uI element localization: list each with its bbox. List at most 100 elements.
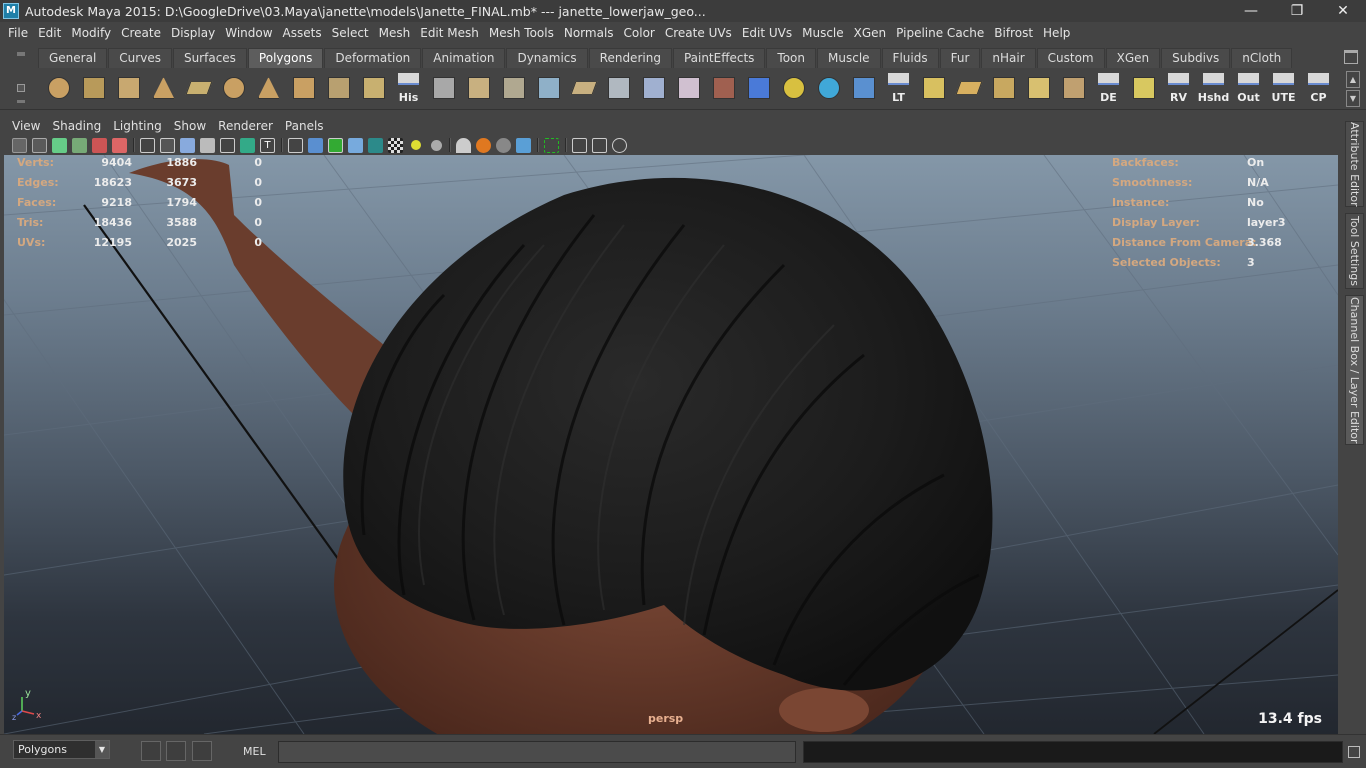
menu-muscle[interactable]: Muscle — [797, 22, 849, 44]
bevel-icon[interactable] — [602, 71, 635, 105]
cp-icon[interactable]: CP — [1302, 71, 1335, 105]
shelf-tab-painteffects[interactable]: PaintEffects — [672, 48, 766, 68]
toggle-output-window-icon[interactable] — [141, 741, 161, 761]
shelf-tab-deformation[interactable]: Deformation — [324, 48, 422, 68]
antialiasing-icon[interactable] — [496, 137, 511, 153]
shelf-tab-polygons[interactable]: Polygons — [247, 48, 324, 68]
panel-menu-show[interactable]: Show — [168, 119, 212, 133]
poly-cone-icon[interactable] — [147, 71, 180, 105]
make-live-icon[interactable] — [115, 741, 135, 761]
menu-help[interactable]: Help — [1038, 22, 1075, 44]
wireframe-icon[interactable] — [140, 137, 155, 153]
ute-icon[interactable]: UTE — [1267, 71, 1300, 105]
menu-display[interactable]: Display — [166, 22, 220, 44]
hshd-icon[interactable]: Hshd — [1197, 71, 1230, 105]
shelf-tab-xgen[interactable]: XGen — [1105, 48, 1161, 68]
shelf-scroll-up-icon[interactable]: ▲ — [1346, 71, 1360, 88]
xray-joints-icon[interactable] — [328, 137, 343, 153]
menu-select[interactable]: Select — [327, 22, 374, 44]
history-icon[interactable]: His — [392, 71, 425, 105]
paint-tool-icon[interactable] — [707, 71, 740, 105]
poly-cylinder-icon[interactable] — [112, 71, 145, 105]
menu-modify[interactable]: Modify — [66, 22, 116, 44]
xray-active-icon[interactable] — [348, 137, 363, 153]
field-chart-icon[interactable] — [612, 137, 627, 153]
checker-icon[interactable] — [388, 137, 403, 153]
tab-tool-settings[interactable]: Tool Settings — [1345, 213, 1364, 289]
camera-attributes-icon[interactable] — [32, 137, 47, 153]
lattice-icon[interactable]: LT — [882, 71, 915, 105]
display-edge-icon[interactable]: DE — [1092, 71, 1125, 105]
menu-file[interactable]: File — [3, 22, 33, 44]
append-polygon-icon[interactable] — [357, 71, 390, 105]
sculpt-icon[interactable] — [672, 71, 705, 105]
menu-window[interactable]: Window — [220, 22, 277, 44]
menu-set-select[interactable]: Polygons ▼ — [13, 740, 110, 759]
toggle-attribute-icon[interactable] — [166, 741, 186, 761]
use-all-lights-icon[interactable] — [220, 137, 235, 153]
rotate-gizmo-icon[interactable] — [812, 71, 845, 105]
light-icon[interactable] — [411, 140, 421, 150]
shelf-tab-custom[interactable]: Custom — [1036, 48, 1105, 68]
menu-pipeline-cache[interactable]: Pipeline Cache — [891, 22, 989, 44]
shelf-tab-surfaces[interactable]: Surfaces — [172, 48, 247, 68]
shelf-tab-fur[interactable]: Fur — [939, 48, 981, 68]
grease-pencil-icon[interactable] — [92, 137, 107, 153]
shelf-tab-curves[interactable]: Curves — [108, 48, 172, 68]
create-polygon-tool-icon[interactable] — [322, 71, 355, 105]
poly-cube-icon[interactable] — [77, 71, 110, 105]
tab-channel-box[interactable]: Channel Box / Layer Editor — [1345, 295, 1364, 445]
menu-create-uvs[interactable]: Create UVs — [660, 22, 737, 44]
poly-plane-icon[interactable] — [182, 71, 215, 105]
depth-of-field-icon[interactable] — [516, 137, 531, 153]
panel-menu-renderer[interactable]: Renderer — [212, 119, 279, 133]
motion-blur-icon[interactable] — [476, 137, 491, 153]
wireframe-cube-icon[interactable] — [742, 71, 775, 105]
smooth-shade-icon[interactable] — [160, 137, 175, 153]
extrude-icon[interactable] — [427, 71, 460, 105]
menu-xgen[interactable]: XGen — [849, 22, 892, 44]
safe-action-icon[interactable] — [592, 137, 607, 153]
menu-color[interactable]: Color — [619, 22, 660, 44]
shelf-tab-dynamics[interactable]: Dynamics — [506, 48, 588, 68]
shelf-trash-icon[interactable] — [1344, 50, 1358, 64]
bridge-icon[interactable] — [462, 71, 495, 105]
ambient-occlusion-icon[interactable] — [456, 137, 471, 153]
texture-icon[interactable]: T — [260, 137, 275, 153]
menu-create[interactable]: Create — [116, 22, 166, 44]
viewport-persp[interactable]: Verts: 9404 1886 0 Edges: 18623 3673 0 F… — [4, 155, 1338, 734]
restore-icon[interactable]: ❐ — [1274, 0, 1320, 22]
resolution-gate-icon[interactable] — [544, 137, 559, 153]
menu-edit-uvs[interactable]: Edit UVs — [737, 22, 797, 44]
separate-icon[interactable] — [532, 71, 565, 105]
menu-mesh[interactable]: Mesh — [374, 22, 416, 44]
select-camera-icon[interactable] — [12, 137, 27, 153]
toggle-channel-box-icon[interactable] — [192, 741, 212, 761]
isolate-select-icon[interactable] — [288, 137, 303, 153]
out-icon[interactable]: Out — [1232, 71, 1265, 105]
film-gate-icon[interactable] — [572, 137, 587, 153]
menu-normals[interactable]: Normals — [559, 22, 619, 44]
transform-gizmo-icon[interactable] — [777, 71, 810, 105]
shelf-tab-toon[interactable]: Toon — [766, 48, 817, 68]
close-icon[interactable]: ✕ — [1320, 0, 1366, 22]
uv-project-icon[interactable] — [1022, 71, 1055, 105]
shelf-tab-nhair[interactable]: nHair — [981, 48, 1036, 68]
poly-torus-icon[interactable] — [217, 71, 250, 105]
panel-menu-view[interactable]: View — [6, 119, 46, 133]
shelf-tab-ncloth[interactable]: nCloth — [1231, 48, 1293, 68]
poly-pyramid-icon[interactable] — [252, 71, 285, 105]
wireframe-on-shaded-icon[interactable] — [180, 137, 195, 153]
menu-mesh-tools[interactable]: Mesh Tools — [484, 22, 559, 44]
combine-icon[interactable] — [497, 71, 530, 105]
uv-select-icon[interactable] — [987, 71, 1020, 105]
panel-menu-shading[interactable]: Shading — [46, 119, 107, 133]
uv-unfold-icon[interactable] — [952, 71, 985, 105]
shadows-icon[interactable] — [240, 137, 255, 153]
uv-layout-icon[interactable] — [917, 71, 950, 105]
split-icon[interactable] — [637, 71, 670, 105]
merge-icon[interactable] — [567, 71, 600, 105]
uv-grid-icon[interactable] — [1127, 71, 1160, 105]
shelf-tab-general[interactable]: General — [38, 48, 108, 68]
uv-cut-icon[interactable] — [1057, 71, 1090, 105]
